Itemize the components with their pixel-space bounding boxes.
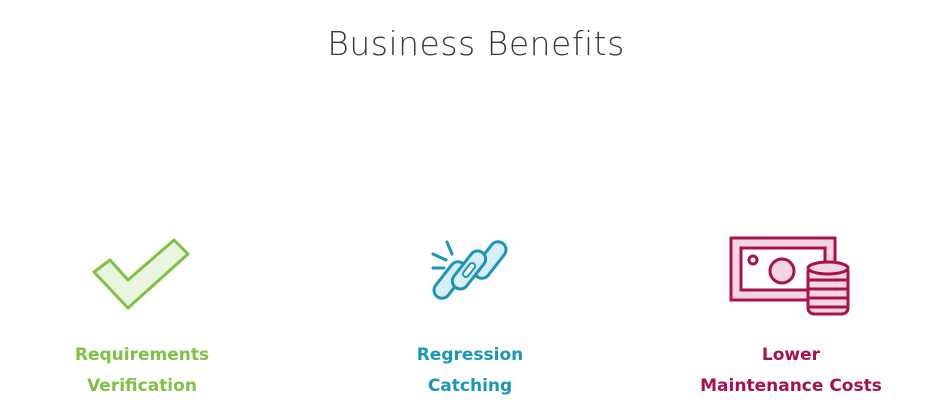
benefit-label-line1: Lower xyxy=(761,345,821,365)
benefit-label: Lower Maintenance Costs xyxy=(661,340,921,402)
broken-chain-link-icon xyxy=(431,240,508,300)
money-coins-icon xyxy=(729,236,850,316)
benefit-label-line2: Verification xyxy=(87,376,197,396)
slide-title: Business Benefits xyxy=(327,24,625,63)
benefit-label-line2: Maintenance Costs xyxy=(700,376,882,396)
benefit-label: Regression Catching xyxy=(340,340,600,402)
benefit-label-line1: Regression xyxy=(416,345,524,365)
benefit-requirements-verification: Requirements Verification xyxy=(12,232,272,402)
checkmark-icon xyxy=(92,238,190,310)
benefit-label-line2: Catching xyxy=(427,376,513,396)
benefit-label: Requirements Verification xyxy=(12,340,272,402)
slide: Business Benefits Requirements Verificat… xyxy=(0,0,952,419)
benefit-lower-maintenance-costs: Lower Maintenance Costs xyxy=(661,232,921,402)
benefit-regression-catching: Regression Catching xyxy=(340,232,600,402)
benefit-label-line1: Requirements xyxy=(74,345,210,365)
